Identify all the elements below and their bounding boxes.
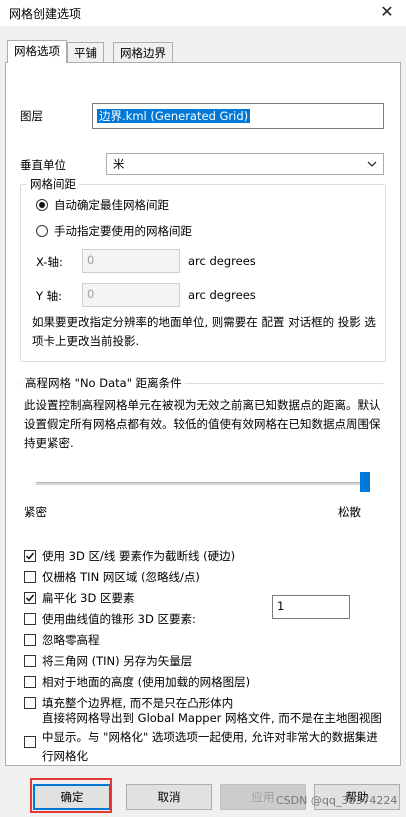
- option-label: 将三角网 (TIN) 另存为矢量层: [42, 654, 193, 668]
- chevron-down-icon: [367, 161, 377, 167]
- manual-spacing-radio[interactable]: [36, 225, 48, 237]
- export-gmg-label: 直接将网格导出到 Global Mapper 网格文件, 而不是在主地图视图中显…: [42, 711, 382, 763]
- y-spacing-input[interactable]: 0: [82, 283, 180, 307]
- tab-grid-bounds[interactable]: 网格边界: [113, 42, 173, 63]
- highlight-box: [30, 778, 112, 813]
- manual-spacing-label: 手动指定要使用的网格间距: [54, 224, 192, 238]
- x-spacing-input[interactable]: 0: [82, 249, 180, 273]
- checkmark-icon: [25, 552, 35, 560]
- slider-min-label: 紧密: [24, 505, 47, 519]
- option-label: 忽略零高程: [42, 633, 100, 647]
- option-checkbox[interactable]: [24, 676, 36, 688]
- grid-spacing-legend: 网格间距: [30, 177, 76, 191]
- option-checkbox[interactable]: [24, 697, 36, 709]
- title-bar: 网格创建选项 ✕: [0, 0, 406, 26]
- auto-spacing-label: 自动确定最佳网格间距: [54, 198, 169, 212]
- layer-label: 图层: [20, 109, 43, 123]
- nodata-slider-track[interactable]: [36, 482, 370, 485]
- option-checkbox[interactable]: [24, 571, 36, 583]
- vertical-unit-label: 垂直单位: [20, 158, 66, 172]
- nodata-description: 此设置控制高程网格单元在被视为无效之前离已知数据点的距离。默认设置假定所有网格点…: [24, 398, 381, 450]
- option-checkbox[interactable]: [24, 655, 36, 667]
- taper-value-input[interactable]: 1: [272, 595, 350, 619]
- vertical-unit-select[interactable]: 米: [106, 153, 384, 175]
- close-icon[interactable]: ✕: [376, 2, 398, 22]
- y-axis-label: Y 轴:: [36, 289, 63, 303]
- y-unit-label: arc degrees: [188, 288, 256, 302]
- window-title: 网格创建选项: [9, 7, 82, 21]
- option-label: 仅栅格 TIN 网区域 (忽略线/点): [42, 570, 200, 584]
- option-label: 相对于地面的高度 (使用加载的网格图层): [42, 675, 251, 689]
- checkmark-icon: [25, 594, 35, 602]
- option-label: 扁平化 3D 区要素: [42, 591, 135, 605]
- auto-spacing-radio[interactable]: [36, 199, 48, 211]
- option-checkbox[interactable]: [24, 592, 36, 604]
- watermark: CSDN @qq_38374224: [276, 794, 398, 807]
- tab-grid-options[interactable]: 网格选项: [7, 40, 67, 63]
- tab-panel-grid-options: 图层 边界.kml (Generated Grid) 垂直单位 米 网格间距 自…: [5, 62, 401, 766]
- nodata-distance-legend: 高程网格 "No Data" 距离条件: [25, 376, 182, 390]
- x-axis-label: X-轴:: [36, 255, 63, 269]
- option-checkbox[interactable]: [24, 550, 36, 562]
- cancel-button[interactable]: 取消: [126, 784, 212, 810]
- option-checkbox[interactable]: [24, 634, 36, 646]
- tab-tiling[interactable]: 平铺: [67, 42, 104, 63]
- layer-name-input[interactable]: 边界.kml (Generated Grid): [92, 103, 384, 129]
- vertical-unit-value: 米: [113, 157, 125, 171]
- x-unit-label: arc degrees: [188, 254, 256, 268]
- dialog-client: 网格选项 平铺 网格边界 图层 边界.kml (Generated Grid) …: [0, 26, 406, 817]
- slider-max-label: 松散: [338, 505, 361, 519]
- nodata-slider-thumb[interactable]: [360, 472, 370, 492]
- option-label: 使用 3D 区/线 要素作为截断线 (硬边): [42, 549, 236, 563]
- projection-hint: 如果要更改指定分辨率的地面单位, 则需要在 配置 对话框的 投影 选项卡上更改当…: [32, 315, 376, 348]
- option-label: 使用曲线值的锥形 3D 区要素:: [42, 612, 196, 626]
- option-checkbox[interactable]: [24, 613, 36, 625]
- export-gmg-checkbox[interactable]: [24, 736, 36, 748]
- layer-name-value: 边界.kml (Generated Grid): [97, 109, 251, 123]
